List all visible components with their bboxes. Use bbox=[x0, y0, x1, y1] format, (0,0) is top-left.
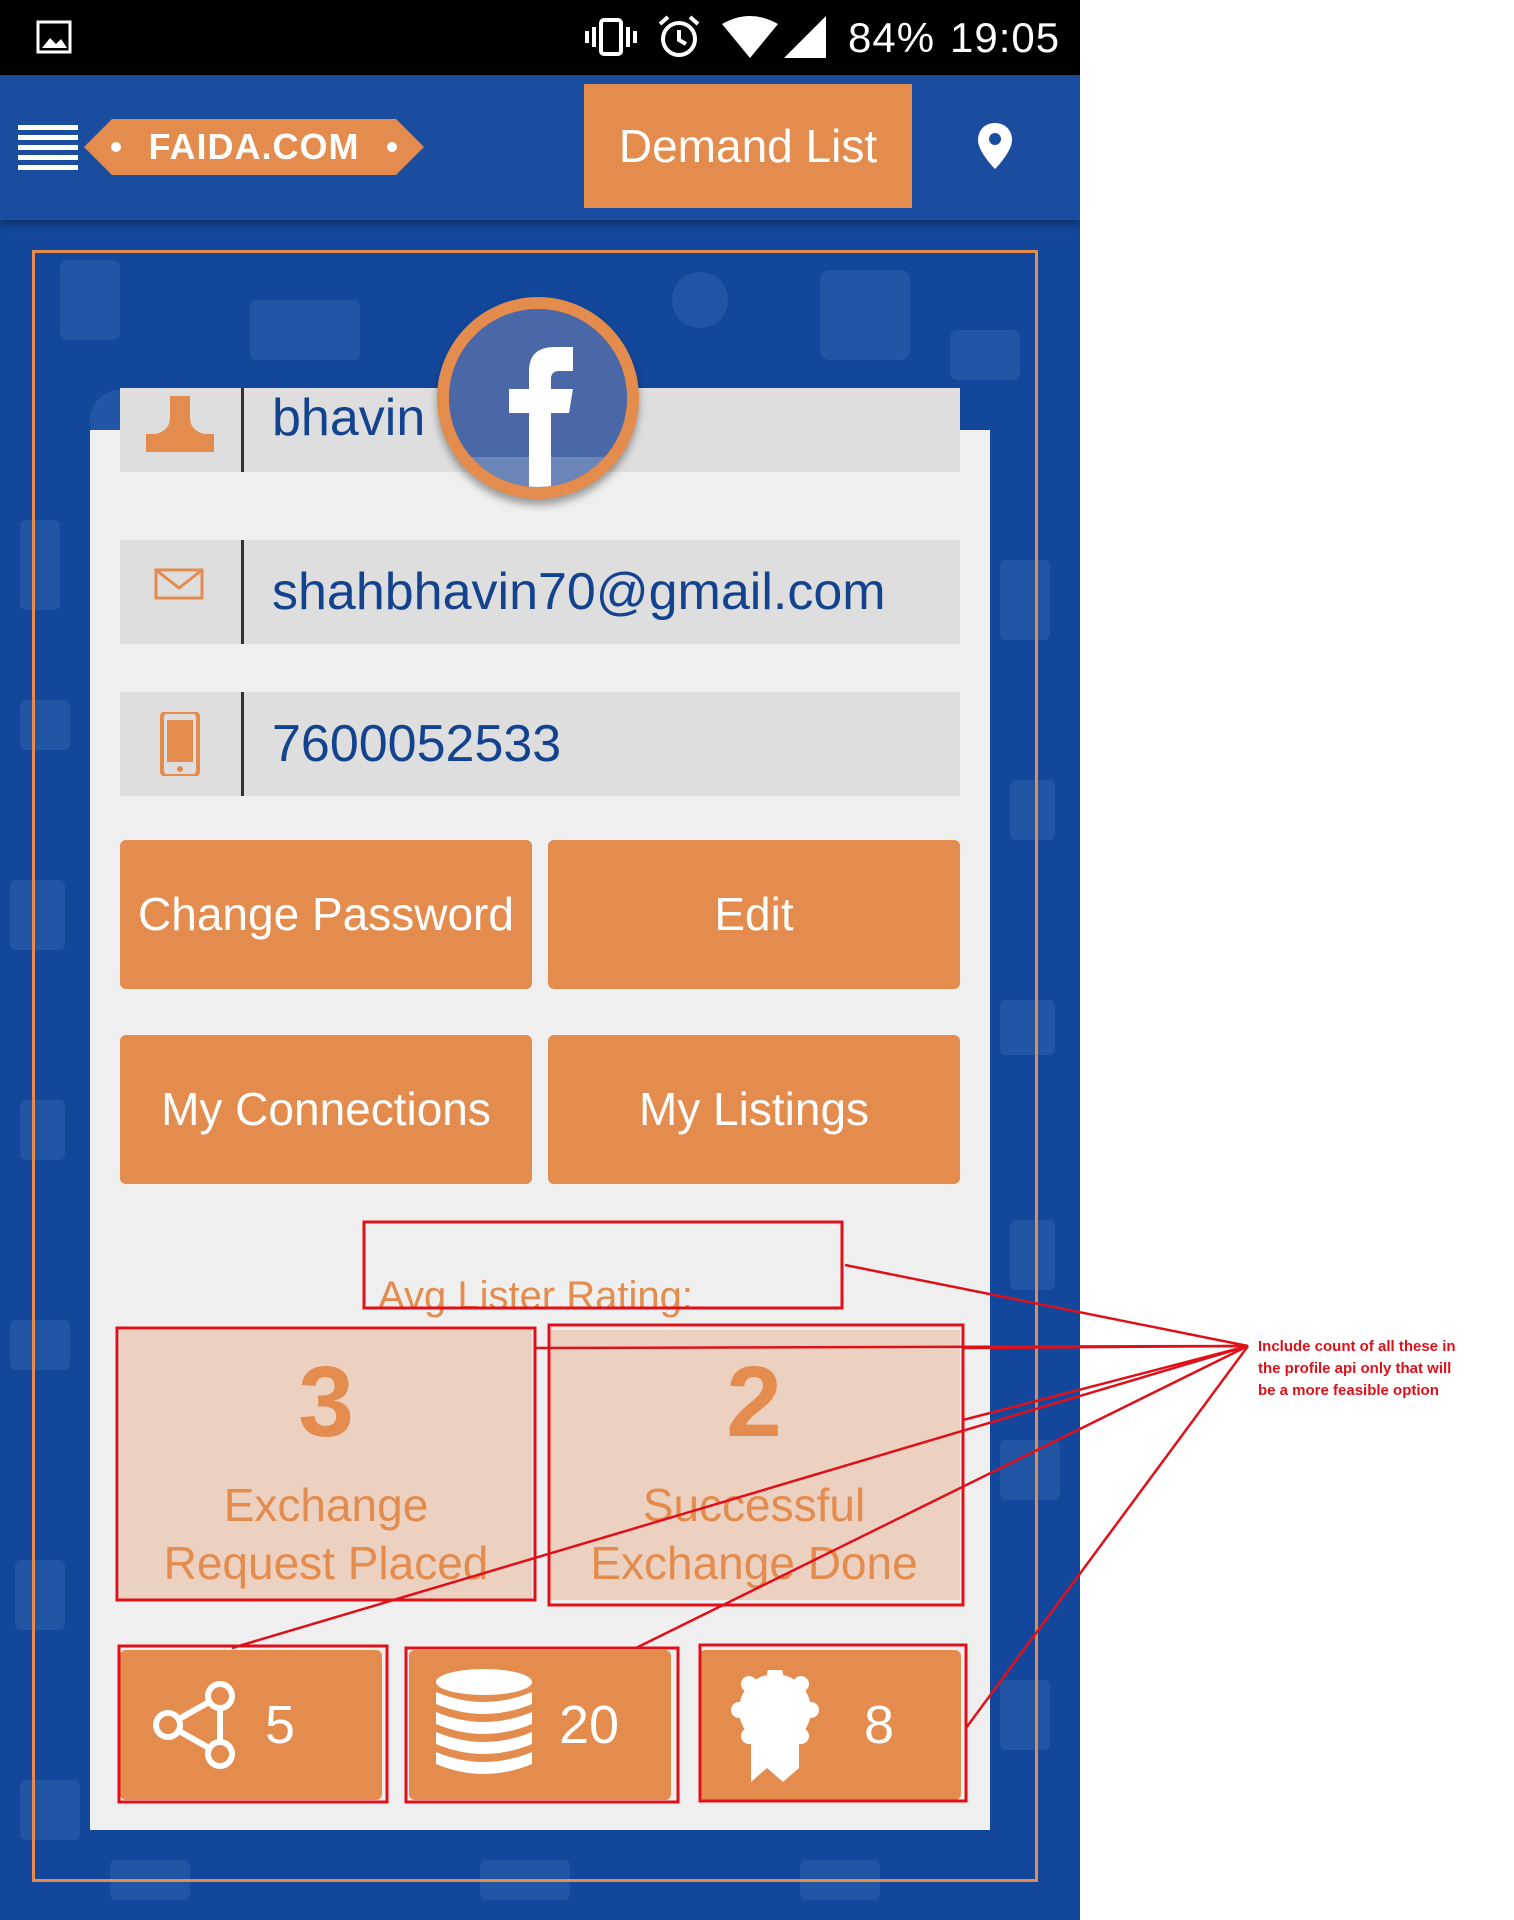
phone-screen: 84% 19:05 FAIDA.COM Demand List bhavin s… bbox=[0, 0, 1080, 1920]
change-password-button[interactable]: Change Password bbox=[120, 840, 532, 989]
shares-value: 5 bbox=[265, 1695, 296, 1755]
stat-label-line1: Successful bbox=[642, 1479, 866, 1531]
profile-card: bhavin shahbhavin70@gmail.com 7600052533… bbox=[90, 388, 990, 1830]
signal-icon bbox=[784, 16, 826, 58]
stat-label-line2: Exchange Done bbox=[590, 1537, 918, 1589]
clock: 19:05 bbox=[950, 14, 1061, 61]
email-field[interactable]: shahbhavin70@gmail.com bbox=[120, 540, 960, 644]
facebook-icon bbox=[449, 309, 627, 487]
stat-value: 2 bbox=[726, 1346, 782, 1458]
badge-ribbon-icon bbox=[731, 1670, 819, 1782]
phone-field[interactable]: 7600052533 bbox=[120, 692, 960, 796]
image-icon bbox=[36, 20, 72, 54]
stat-value: 3 bbox=[298, 1346, 354, 1458]
alarm-icon bbox=[658, 15, 700, 57]
mobile-phone-icon bbox=[160, 712, 200, 776]
wifi-icon bbox=[722, 16, 778, 58]
edit-button[interactable]: Edit bbox=[548, 840, 960, 989]
avg-lister-rating-label: Avg Lister Rating: bbox=[378, 1274, 693, 1318]
menu-icon[interactable] bbox=[18, 125, 78, 171]
logo-text: FAIDA.COM bbox=[148, 126, 360, 167]
vibrate-icon bbox=[585, 18, 637, 56]
app-bar: FAIDA.COM Demand List bbox=[0, 75, 1080, 220]
user-icon bbox=[146, 396, 214, 452]
share-icon bbox=[153, 1681, 235, 1769]
battery-level: 84% bbox=[848, 14, 936, 61]
awards-value: 8 bbox=[864, 1695, 895, 1755]
facebook-badge[interactable] bbox=[437, 297, 639, 499]
phone-value: 7600052533 bbox=[272, 715, 562, 773]
faida-logo[interactable]: FAIDA.COM bbox=[84, 119, 424, 175]
my-listings-button[interactable]: My Listings bbox=[548, 1035, 960, 1184]
annotation-note: Include count of all these in the profil… bbox=[1258, 1338, 1456, 1399]
exchange-request-placed-stat[interactable]: 3 Exchange Request Placed bbox=[120, 1330, 532, 1600]
status-bar: 84% 19:05 bbox=[0, 0, 1080, 75]
location-pin-icon[interactable] bbox=[978, 123, 1012, 169]
successful-exchange-done-stat[interactable]: 2 Successful Exchange Done bbox=[548, 1330, 960, 1600]
name-value: bhavin bbox=[272, 389, 426, 447]
stat-label-line1: Exchange bbox=[223, 1479, 429, 1531]
shares-counter[interactable]: 5 bbox=[120, 1650, 382, 1800]
demand-list-button[interactable]: Demand List bbox=[584, 84, 912, 208]
stat-label-line2: Request Placed bbox=[163, 1537, 489, 1589]
coins-value: 20 bbox=[559, 1695, 620, 1755]
awards-counter[interactable]: 8 bbox=[699, 1650, 961, 1800]
email-value: shahbhavin70@gmail.com bbox=[272, 563, 886, 621]
my-connections-button[interactable]: My Connections bbox=[120, 1035, 532, 1184]
coins-counter[interactable]: 20 bbox=[409, 1650, 671, 1800]
coins-icon bbox=[436, 1669, 532, 1774]
mail-icon bbox=[154, 568, 204, 600]
